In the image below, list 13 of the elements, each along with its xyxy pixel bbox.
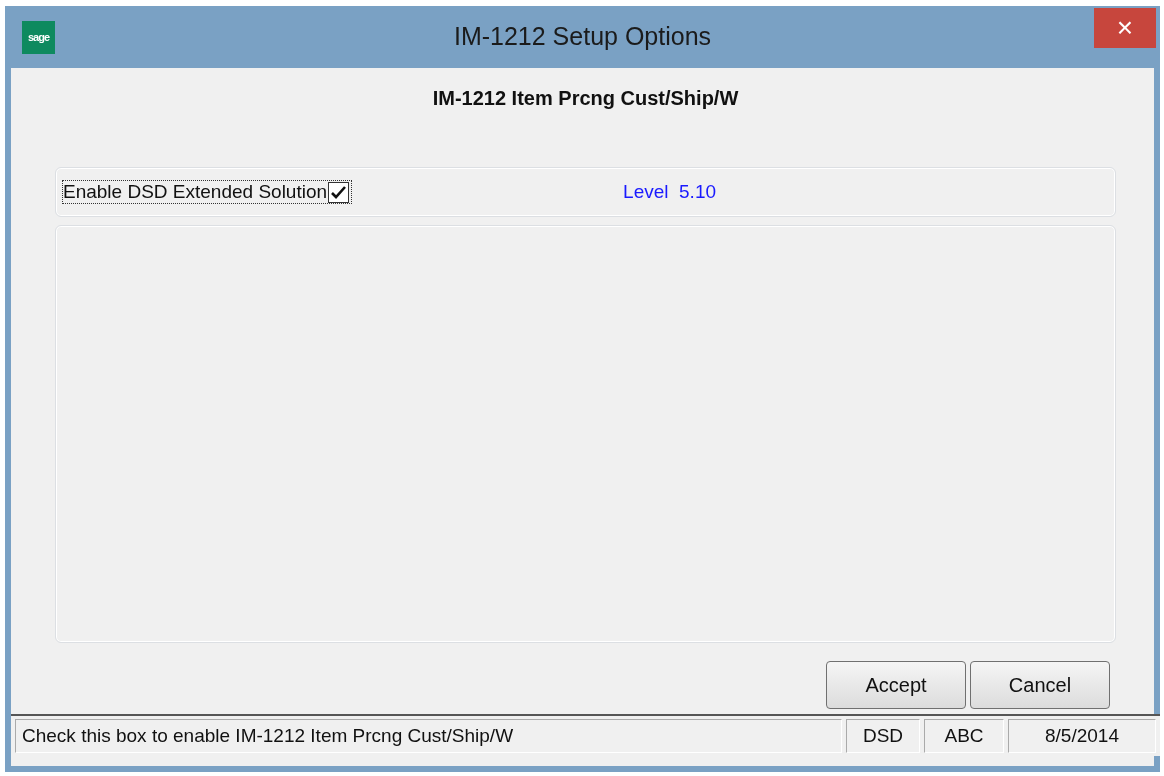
- app-logo: sage: [22, 20, 55, 54]
- close-button[interactable]: ×: [1094, 8, 1156, 48]
- status-panel: DSD: [846, 719, 920, 753]
- status-message: Check this box to enable IM-1212 Item Prcng Cust/Ship/W: [15, 719, 842, 753]
- form-heading: IM-1212 Item Prcng Cust/Ship/W: [431, 87, 740, 110]
- status-panel: 8/5/2014: [1008, 719, 1156, 753]
- status-panel: ABC: [924, 719, 1004, 753]
- version-label: Level 5.10: [623, 181, 717, 203]
- dialog-button[interactable]: Cancel: [970, 661, 1110, 709]
- window-title: IM-1212 Setup Options: [453, 22, 712, 51]
- checkbox[interactable]: [328, 181, 350, 203]
- dialog-button[interactable]: Accept: [826, 661, 966, 709]
- checkbox-label: Enable DSD Extended Solution: [63, 181, 328, 203]
